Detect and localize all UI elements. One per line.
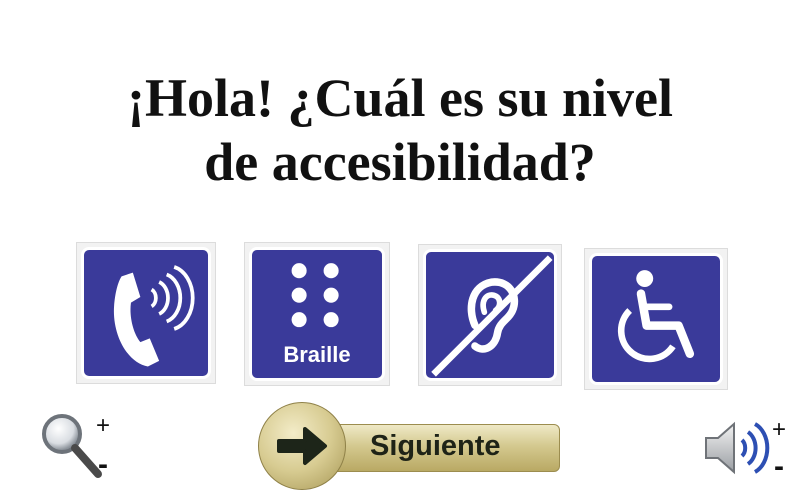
arrow-right-icon <box>277 427 327 465</box>
next-button[interactable]: Siguiente <box>258 400 564 492</box>
title-line-1: ¡Hola! ¿Cuál es su nivel <box>126 68 674 128</box>
zoom-out-button[interactable]: - <box>98 448 108 482</box>
next-button-label: Siguiente <box>370 430 501 462</box>
option-hearing[interactable] <box>418 244 562 386</box>
zoom-in-button[interactable]: + <box>96 412 110 440</box>
phone-volume-icon <box>113 265 195 367</box>
volume-down-button[interactable]: - <box>774 450 784 484</box>
hearing-impaired-icon <box>431 255 553 377</box>
volume-control[interactable]: + - <box>700 414 796 490</box>
title-line-2: de accesibilidad? <box>204 132 596 192</box>
zoom-control[interactable]: + - <box>38 408 128 488</box>
volume-up-button[interactable]: + <box>772 416 786 444</box>
braille-label: Braille <box>283 342 351 367</box>
option-wheelchair[interactable] <box>584 248 728 390</box>
option-phone-volume[interactable] <box>76 242 216 384</box>
page-title: ¡Hola! ¿Cuál es su nivel de accesibilida… <box>0 66 800 194</box>
option-braille[interactable]: Braille <box>244 242 390 386</box>
wheelchair-icon <box>617 270 695 363</box>
speaker-icon <box>705 421 770 475</box>
